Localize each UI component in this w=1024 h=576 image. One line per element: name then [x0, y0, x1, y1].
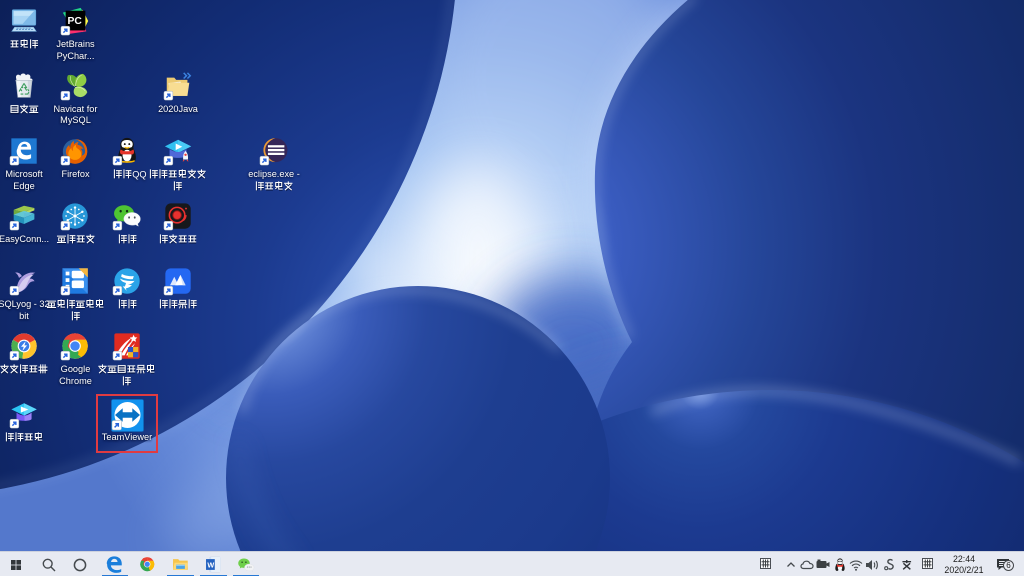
- svg-text:PC: PC: [68, 16, 83, 27]
- svg-text:W: W: [207, 560, 214, 569]
